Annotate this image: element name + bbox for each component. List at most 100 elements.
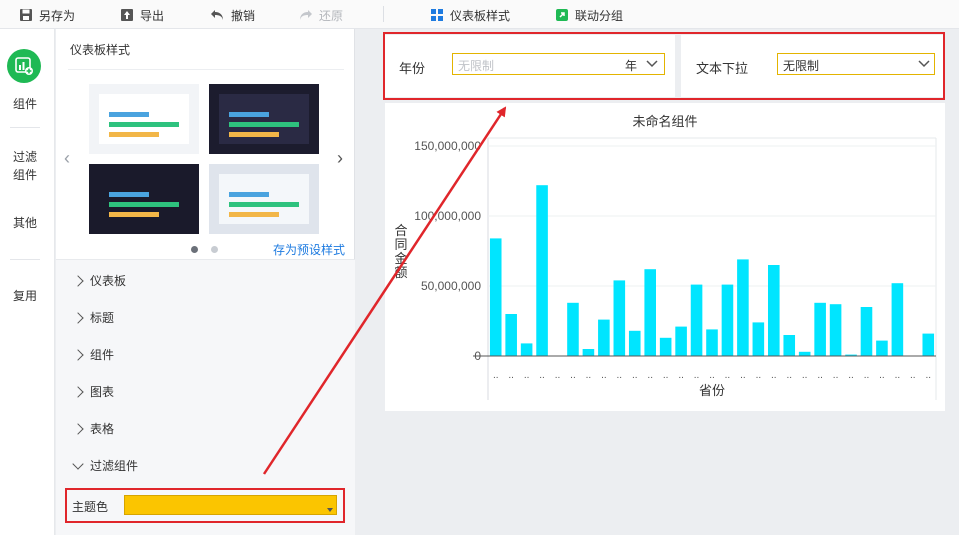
accordion-dashboard[interactable]: 仪表板 bbox=[72, 272, 126, 289]
chevron-right-icon bbox=[72, 348, 84, 361]
x-tick-label: .. bbox=[879, 370, 885, 381]
accordion-label: 过滤组件 bbox=[90, 459, 139, 473]
chevron-right-icon[interactable]: › bbox=[337, 148, 343, 169]
export-icon bbox=[121, 9, 133, 21]
x-tick-label: .. bbox=[508, 370, 514, 381]
style-preset-grey[interactable] bbox=[209, 164, 319, 234]
accordion-chart[interactable]: 图表 bbox=[72, 383, 115, 400]
redo-label: 还原 bbox=[319, 8, 344, 23]
x-tick-label: .. bbox=[647, 370, 653, 381]
bar bbox=[628, 330, 641, 356]
bar bbox=[675, 326, 687, 356]
linkage-group-button[interactable]: 联动分组 bbox=[555, 5, 623, 25]
y-axis-title-char: 额 bbox=[394, 265, 407, 280]
y-axis-title-char: 合 bbox=[394, 223, 407, 238]
dashboard-style-icon bbox=[431, 9, 443, 21]
style-preset-dark[interactable] bbox=[89, 164, 199, 234]
chevron-down-icon bbox=[72, 457, 84, 470]
save-icon bbox=[20, 9, 32, 21]
chart-widget[interactable]: 未命名组件 150,000,000 100,000,000 50,000,000 0.… bbox=[385, 103, 945, 411]
rail-divider bbox=[10, 127, 40, 128]
y-tick-label: 100,000,000 bbox=[414, 209, 481, 223]
style-preset-light[interactable] bbox=[89, 84, 199, 154]
x-tick-label: .. bbox=[694, 370, 700, 381]
style-preset-dark-blue[interactable] bbox=[209, 84, 319, 154]
dashboard-style-panel: 仪表板样式 ‹ › 存为预设样式 仪表板 标题 组件 图表 表格 过滤组件 主题… bbox=[56, 29, 355, 535]
x-tick-label: .. bbox=[771, 370, 777, 381]
undo-icon bbox=[211, 10, 223, 20]
chevron-left-icon[interactable]: ‹ bbox=[64, 148, 70, 169]
undo-label: 撤销 bbox=[231, 8, 256, 23]
theme-color-label: 主题色 bbox=[72, 500, 109, 514]
save-as-label: 另存为 bbox=[39, 8, 76, 23]
bar bbox=[520, 343, 533, 356]
top-toolbar: 另存为 导出 撤销 还原 仪表板样式 联动分组 bbox=[0, 0, 959, 29]
x-tick-label: .. bbox=[539, 370, 545, 381]
bar bbox=[752, 322, 765, 356]
rail-divider bbox=[10, 259, 40, 260]
bar bbox=[690, 284, 703, 356]
x-tick-label: .. bbox=[493, 370, 499, 381]
redo-button[interactable]: 还原 bbox=[298, 5, 343, 25]
x-tick-label: .. bbox=[848, 370, 854, 381]
x-tick-label: .. bbox=[817, 370, 823, 381]
export-label: 导出 bbox=[140, 8, 165, 23]
bar bbox=[644, 269, 656, 356]
rail-item-other[interactable]: 其他 bbox=[0, 214, 50, 232]
x-tick-label: .. bbox=[601, 370, 607, 381]
x-tick-label: .. bbox=[864, 370, 870, 381]
x-tick-label: .. bbox=[740, 370, 746, 381]
x-axis-title: 省份 bbox=[699, 383, 725, 398]
x-tick-label: .. bbox=[524, 370, 530, 381]
carousel-dot-active[interactable] bbox=[191, 246, 198, 253]
bar-chart: 150,000,000100,000,00050,000,0000.......… bbox=[394, 137, 937, 400]
style-accordion: 仪表板 标题 组件 图表 表格 过滤组件 主题色 bbox=[56, 259, 355, 535]
bar bbox=[922, 333, 935, 356]
x-tick-label: .. bbox=[663, 370, 669, 381]
accordion-title[interactable]: 标题 bbox=[72, 309, 115, 326]
accordion-label: 图表 bbox=[90, 385, 115, 399]
bar bbox=[659, 337, 672, 356]
save-as-button[interactable]: 另存为 bbox=[19, 5, 75, 25]
rail-item-reuse[interactable]: 复用 bbox=[0, 287, 50, 305]
accordion-label: 标题 bbox=[90, 311, 115, 325]
x-tick-label: .. bbox=[756, 370, 762, 381]
x-tick-label: .. bbox=[617, 370, 623, 381]
panel-title: 仪表板样式 bbox=[70, 43, 131, 57]
x-tick-label: .. bbox=[725, 370, 731, 381]
accordion-table[interactable]: 表格 bbox=[72, 420, 114, 437]
bar bbox=[783, 335, 796, 356]
x-tick-label: .. bbox=[555, 370, 561, 381]
add-component-icon[interactable] bbox=[7, 49, 41, 83]
theme-color-highlight: 主题色 bbox=[65, 488, 345, 523]
accordion-filter-component[interactable]: 过滤组件 bbox=[72, 457, 139, 474]
theme-color-picker[interactable] bbox=[124, 495, 337, 515]
x-tick-label: .. bbox=[925, 370, 931, 381]
bar bbox=[860, 307, 873, 356]
y-tick-label: 150,000,000 bbox=[414, 139, 481, 153]
linkage-group-label: 联动分组 bbox=[575, 8, 624, 23]
chevron-right-icon bbox=[72, 422, 84, 435]
dashboard-style-button[interactable]: 仪表板样式 bbox=[430, 5, 510, 25]
export-button[interactable]: 导出 bbox=[120, 5, 164, 25]
bar bbox=[489, 238, 502, 356]
save-as-preset-link[interactable]: 存为预设样式 bbox=[273, 241, 345, 258]
y-axis-title-char: 同 bbox=[394, 237, 407, 252]
chevron-right-icon bbox=[72, 385, 84, 398]
bar bbox=[505, 314, 517, 356]
undo-button[interactable]: 撤销 bbox=[210, 5, 255, 25]
rail-item-filter-components[interactable]: 过滤 组件 bbox=[0, 148, 50, 184]
caret-down-icon bbox=[327, 508, 333, 512]
accordion-component[interactable]: 组件 bbox=[72, 346, 114, 363]
chevron-right-icon bbox=[72, 274, 84, 287]
x-tick-label: .. bbox=[586, 370, 592, 381]
bar bbox=[536, 185, 548, 356]
x-tick-label: .. bbox=[786, 370, 792, 381]
bar bbox=[814, 302, 826, 356]
panel-divider bbox=[68, 69, 344, 70]
rail-item-components[interactable]: 组件 bbox=[0, 95, 50, 113]
linkage-group-icon bbox=[556, 9, 568, 21]
x-tick-label: .. bbox=[709, 370, 715, 381]
carousel-dot[interactable] bbox=[211, 246, 218, 253]
bar bbox=[598, 319, 610, 356]
